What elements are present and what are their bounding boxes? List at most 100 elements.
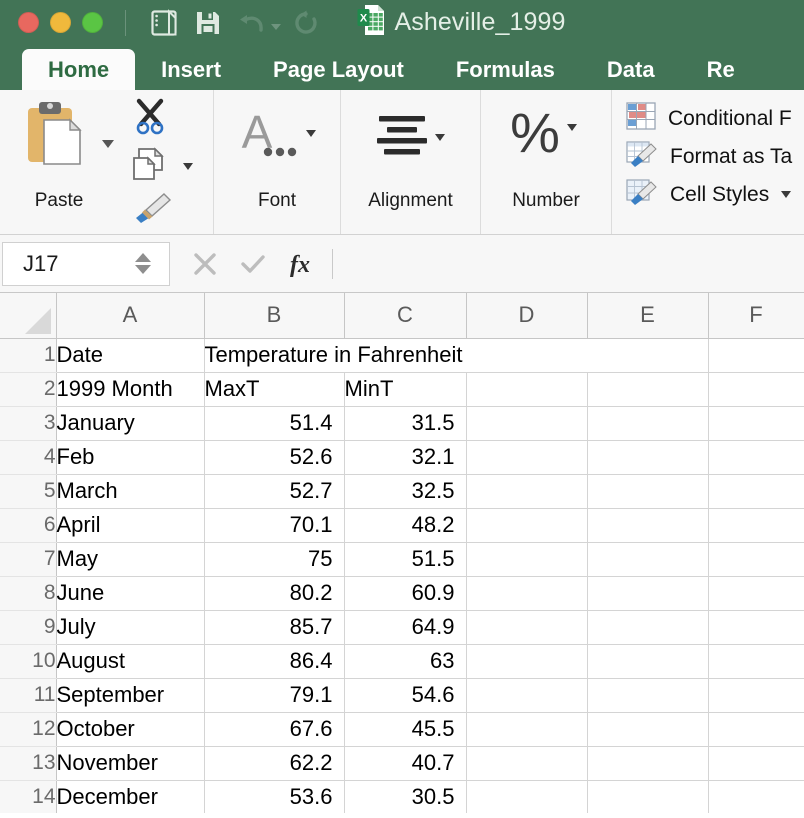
cell-e6[interactable] [587,508,708,542]
cell-d4[interactable] [466,440,587,474]
cell-b6[interactable]: 70.1 [204,508,344,542]
number-dropdown-caret-icon[interactable] [567,124,577,131]
format-as-table-button[interactable]: Format as Ta [626,140,792,173]
cell-e2[interactable] [587,372,708,406]
row-header-3[interactable]: 3 [0,406,56,440]
column-header-a[interactable]: A [56,293,204,338]
paste-button[interactable] [20,98,92,181]
cell-e12[interactable] [587,712,708,746]
undo-dropdown-caret-icon[interactable] [268,3,284,43]
cell-b1[interactable]: Temperature in Fahrenheit [204,338,587,372]
cell-a2[interactable]: 1999 Month [56,372,204,406]
cell-d8[interactable] [466,576,587,610]
cell-e5[interactable] [587,474,708,508]
cell-b11[interactable]: 79.1 [204,678,344,712]
cell-f7[interactable] [708,542,804,576]
chevron-up-icon[interactable] [135,253,151,262]
cell-d10[interactable] [466,644,587,678]
cell-a6[interactable]: April [56,508,204,542]
column-header-b[interactable]: B [204,293,344,338]
row-header-6[interactable]: 6 [0,508,56,542]
row-header-4[interactable]: 4 [0,440,56,474]
formula-input[interactable] [333,242,804,286]
check-icon[interactable] [230,242,276,286]
cell-f2[interactable] [708,372,804,406]
font-dropdown-caret-icon[interactable] [306,130,316,137]
cell-e3[interactable] [587,406,708,440]
cell-f13[interactable] [708,746,804,780]
cell-f12[interactable] [708,712,804,746]
customize-toolbar-icon[interactable] [350,3,394,43]
tab-review[interactable]: Re [681,49,761,90]
cell-d5[interactable] [466,474,587,508]
cell-e9[interactable] [587,610,708,644]
cell-b8[interactable]: 80.2 [204,576,344,610]
cell-b7[interactable]: 75 [204,542,344,576]
cell-c12[interactable]: 45.5 [344,712,466,746]
alignment-button[interactable] [371,112,433,169]
name-box[interactable]: J17 [2,242,170,286]
scissors-icon[interactable] [132,98,168,141]
cell-f9[interactable] [708,610,804,644]
row-header-5[interactable]: 5 [0,474,56,508]
cell-f1[interactable] [708,338,804,372]
cell-a5[interactable]: March [56,474,204,508]
conditional-formatting-button[interactable]: Conditional F [626,102,792,135]
cell-b5[interactable]: 52.7 [204,474,344,508]
cell-a14[interactable]: December [56,780,204,813]
cell-b13[interactable]: 62.2 [204,746,344,780]
cell-d2[interactable] [466,372,587,406]
select-all-corner[interactable] [0,293,56,338]
copy-icon[interactable] [132,145,170,188]
cell-b2[interactable]: MaxT [204,372,344,406]
paintbrush-icon[interactable] [132,192,172,231]
close-window-button[interactable] [18,12,39,33]
cell-styles-caret-icon[interactable] [781,191,791,198]
cell-b4[interactable]: 52.6 [204,440,344,474]
cell-e10[interactable] [587,644,708,678]
column-header-c[interactable]: C [344,293,466,338]
cell-d6[interactable] [466,508,587,542]
fx-icon[interactable]: fx [278,242,324,286]
cell-c14[interactable]: 30.5 [344,780,466,813]
cell-a8[interactable]: June [56,576,204,610]
column-header-d[interactable]: D [466,293,587,338]
tab-insert[interactable]: Insert [135,49,247,90]
cell-f14[interactable] [708,780,804,813]
cell-f8[interactable] [708,576,804,610]
tab-data[interactable]: Data [581,49,681,90]
cell-a9[interactable]: July [56,610,204,644]
number-format-button[interactable]: % [509,102,565,169]
cell-c7[interactable]: 51.5 [344,542,466,576]
cell-b14[interactable]: 53.6 [204,780,344,813]
row-header-11[interactable]: 11 [0,678,56,712]
cell-f11[interactable] [708,678,804,712]
row-header-14[interactable]: 14 [0,780,56,813]
save-icon[interactable] [186,3,230,43]
cell-e13[interactable] [587,746,708,780]
row-header-13[interactable]: 13 [0,746,56,780]
cell-c2[interactable]: MinT [344,372,466,406]
row-header-8[interactable]: 8 [0,576,56,610]
cell-f5[interactable] [708,474,804,508]
cell-e11[interactable] [587,678,708,712]
cell-e4[interactable] [587,440,708,474]
minimize-window-button[interactable] [50,12,71,33]
paste-dropdown-caret-icon[interactable] [102,140,114,148]
name-box-spinner[interactable] [135,253,163,274]
cell-f4[interactable] [708,440,804,474]
row-header-7[interactable]: 7 [0,542,56,576]
cell-d3[interactable] [466,406,587,440]
row-header-12[interactable]: 12 [0,712,56,746]
cell-b3[interactable]: 51.4 [204,406,344,440]
cell-d14[interactable] [466,780,587,813]
cell-c8[interactable]: 60.9 [344,576,466,610]
font-button[interactable]: A [238,108,302,169]
cell-f6[interactable] [708,508,804,542]
cell-a3[interactable]: January [56,406,204,440]
copy-dropdown-caret-icon[interactable] [183,163,193,170]
row-header-1[interactable]: 1 [0,338,56,372]
cell-a11[interactable]: September [56,678,204,712]
column-header-e[interactable]: E [587,293,708,338]
cell-styles-button[interactable]: Cell Styles [626,178,792,211]
